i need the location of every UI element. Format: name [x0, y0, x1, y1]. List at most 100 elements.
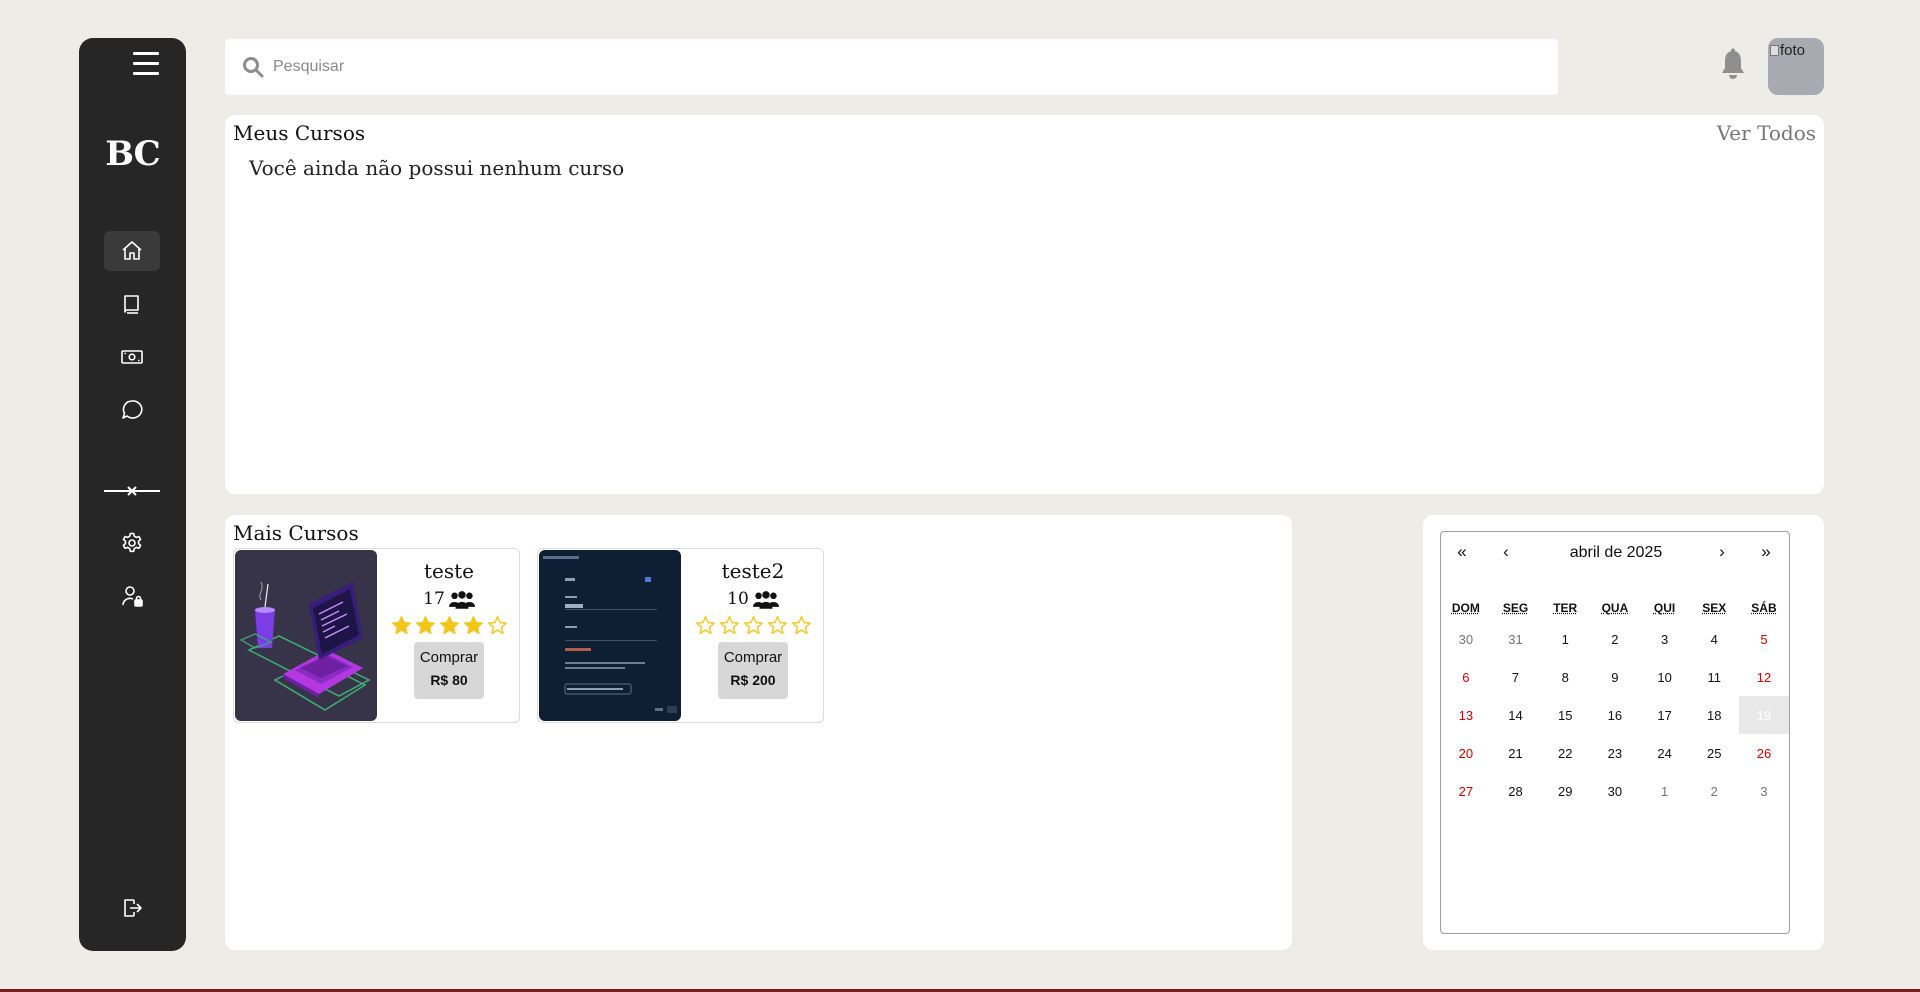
- sidebar-item-payments[interactable]: [104, 337, 160, 377]
- my-courses-panel: Meus Cursos Ver Todos Você ainda não pos…: [225, 115, 1824, 494]
- star-empty-icon: [791, 616, 811, 635]
- calendar-day[interactable]: 4: [1689, 620, 1739, 658]
- more-courses-panel: Mais Cursos teste 17 Comprar R$ 80 teste…: [225, 515, 1292, 950]
- calendar-day[interactable]: 14: [1491, 696, 1541, 734]
- course-info: teste2 10 Comprar R$ 200: [682, 549, 824, 699]
- student-count-value: 10: [727, 589, 749, 609]
- money-icon: [121, 350, 143, 364]
- calendar-day[interactable]: 3: [1640, 620, 1690, 658]
- rating-stars: [378, 615, 520, 636]
- star-empty-icon: [695, 616, 715, 635]
- calendar-day[interactable]: 25: [1689, 734, 1739, 772]
- calendar-day[interactable]: 8: [1540, 658, 1590, 696]
- calendar-day[interactable]: 22: [1540, 734, 1590, 772]
- sidebar: BC: [79, 38, 186, 951]
- calendar-day[interactable]: 21: [1491, 734, 1541, 772]
- sidebar-item-account[interactable]: [104, 576, 160, 616]
- calendar-day[interactable]: 29: [1540, 772, 1590, 810]
- prev-month-button[interactable]: ‹: [1491, 542, 1521, 562]
- users-icon: [448, 590, 475, 609]
- course-card[interactable]: teste2 10 Comprar R$ 200: [537, 548, 824, 723]
- sidebar-item-logout[interactable]: [104, 888, 160, 928]
- search-input[interactable]: [273, 58, 1473, 76]
- calendar-day[interactable]: 27: [1441, 772, 1491, 810]
- calendar-day[interactable]: 16: [1590, 696, 1640, 734]
- student-count: 17: [378, 589, 520, 609]
- calendar-day[interactable]: 2: [1590, 620, 1640, 658]
- buy-button[interactable]: Comprar R$ 80: [414, 642, 484, 699]
- course-thumbnail: [539, 550, 681, 721]
- calendar-day[interactable]: 11: [1689, 658, 1739, 696]
- calendar-day[interactable]: 23: [1590, 734, 1640, 772]
- calendar-month-title[interactable]: abril de 2025: [1541, 544, 1691, 562]
- calendar-day[interactable]: 5: [1739, 620, 1789, 658]
- buy-label: Comprar: [723, 649, 783, 666]
- calendar-day[interactable]: 13: [1441, 696, 1491, 734]
- next-year-button[interactable]: »: [1751, 542, 1781, 562]
- calendar-day[interactable]: 6: [1441, 658, 1491, 696]
- calendar-panel: « ‹ abril de 2025 › » DOM SEG TER QUA QUI SEX…: [1423, 515, 1824, 950]
- sidebar-item-courses[interactable]: [104, 284, 160, 324]
- sidebar-item-settings[interactable]: [104, 523, 160, 563]
- search-bar: [225, 39, 1558, 95]
- calendar-day[interactable]: 18: [1689, 696, 1739, 734]
- course-info: teste 17 Comprar R$ 80: [378, 549, 520, 699]
- hamburger-menu-icon[interactable]: [133, 52, 161, 80]
- calendar-header: « ‹ abril de 2025 › »: [1441, 532, 1789, 576]
- calendar-day[interactable]: 2: [1689, 772, 1739, 810]
- calendar-day[interactable]: 31: [1491, 620, 1541, 658]
- home-icon: [122, 241, 142, 260]
- course-name: teste2: [721, 559, 785, 583]
- empty-courses-message: Você ainda não possui nenhum curso: [249, 156, 625, 180]
- star-filled-icon: [415, 616, 435, 635]
- calendar-day[interactable]: 1: [1640, 772, 1690, 810]
- weekday-label: QUA: [1601, 601, 1629, 615]
- star-empty-icon: [487, 616, 507, 635]
- weekday-label: SEG: [1502, 601, 1529, 615]
- calendar-day[interactable]: 3: [1739, 772, 1789, 810]
- settings-icon: [122, 532, 142, 553]
- sidebar-item-messages[interactable]: [104, 390, 160, 430]
- app-screenshot-icon: [539, 550, 681, 721]
- calendar-week-row: 6 7 8 9 10 11 12: [1441, 658, 1789, 696]
- next-month-button[interactable]: ›: [1707, 542, 1737, 562]
- search-icon[interactable]: [241, 55, 265, 79]
- calendar-day[interactable]: 30: [1590, 772, 1640, 810]
- course-card[interactable]: teste 17 Comprar R$ 80: [233, 548, 520, 723]
- calendar-week-row: 13 14 15 16 17 18 19: [1441, 696, 1789, 734]
- sidebar-item-home[interactable]: [104, 231, 160, 271]
- calendar-week-row: 30 31 1 2 3 4 5: [1441, 620, 1789, 658]
- calendar-day[interactable]: 28: [1491, 772, 1541, 810]
- divider-icon: [104, 486, 160, 496]
- calendar-grid: DOM SEG TER QUA QUI SEX SÁB 30 31 1 2 3 4 5 6 7 8 9 10 11 12…: [1441, 596, 1789, 810]
- calendar-day[interactable]: 19: [1739, 696, 1789, 734]
- weekday-label: DOM: [1451, 601, 1480, 615]
- weekday-label: SÁB: [1751, 601, 1777, 615]
- bell-icon[interactable]: [1718, 48, 1748, 82]
- see-all-link[interactable]: Ver Todos: [1717, 121, 1816, 145]
- calendar-day[interactable]: 9: [1590, 658, 1640, 696]
- avatar[interactable]: foto: [1768, 38, 1824, 95]
- prev-year-button[interactable]: «: [1447, 542, 1477, 562]
- calendar-day[interactable]: 10: [1640, 658, 1690, 696]
- rating-stars: [682, 615, 824, 636]
- calendar-day[interactable]: 15: [1540, 696, 1590, 734]
- calendar-day[interactable]: 30: [1441, 620, 1491, 658]
- student-count: 10: [682, 589, 824, 609]
- calendar-day[interactable]: 24: [1640, 734, 1690, 772]
- weekday-label: TER: [1553, 601, 1578, 615]
- buy-label: Comprar: [419, 649, 479, 666]
- weekday-label: SEX: [1702, 601, 1727, 615]
- star-empty-icon: [719, 616, 739, 635]
- calendar-day[interactable]: 26: [1739, 734, 1789, 772]
- buy-button[interactable]: Comprar R$ 200: [718, 642, 788, 699]
- course-name: teste: [423, 559, 474, 583]
- calendar-day[interactable]: 7: [1491, 658, 1541, 696]
- calendar-day[interactable]: 20: [1441, 734, 1491, 772]
- weekday-row: DOM SEG TER QUA QUI SEX SÁB: [1441, 596, 1789, 620]
- calendar: « ‹ abril de 2025 › » DOM SEG TER QUA QUI SEX…: [1440, 531, 1790, 934]
- calendar-day[interactable]: 12: [1739, 658, 1789, 696]
- calendar-day[interactable]: 1: [1540, 620, 1590, 658]
- star-empty-icon: [743, 616, 763, 635]
- calendar-day[interactable]: 17: [1640, 696, 1690, 734]
